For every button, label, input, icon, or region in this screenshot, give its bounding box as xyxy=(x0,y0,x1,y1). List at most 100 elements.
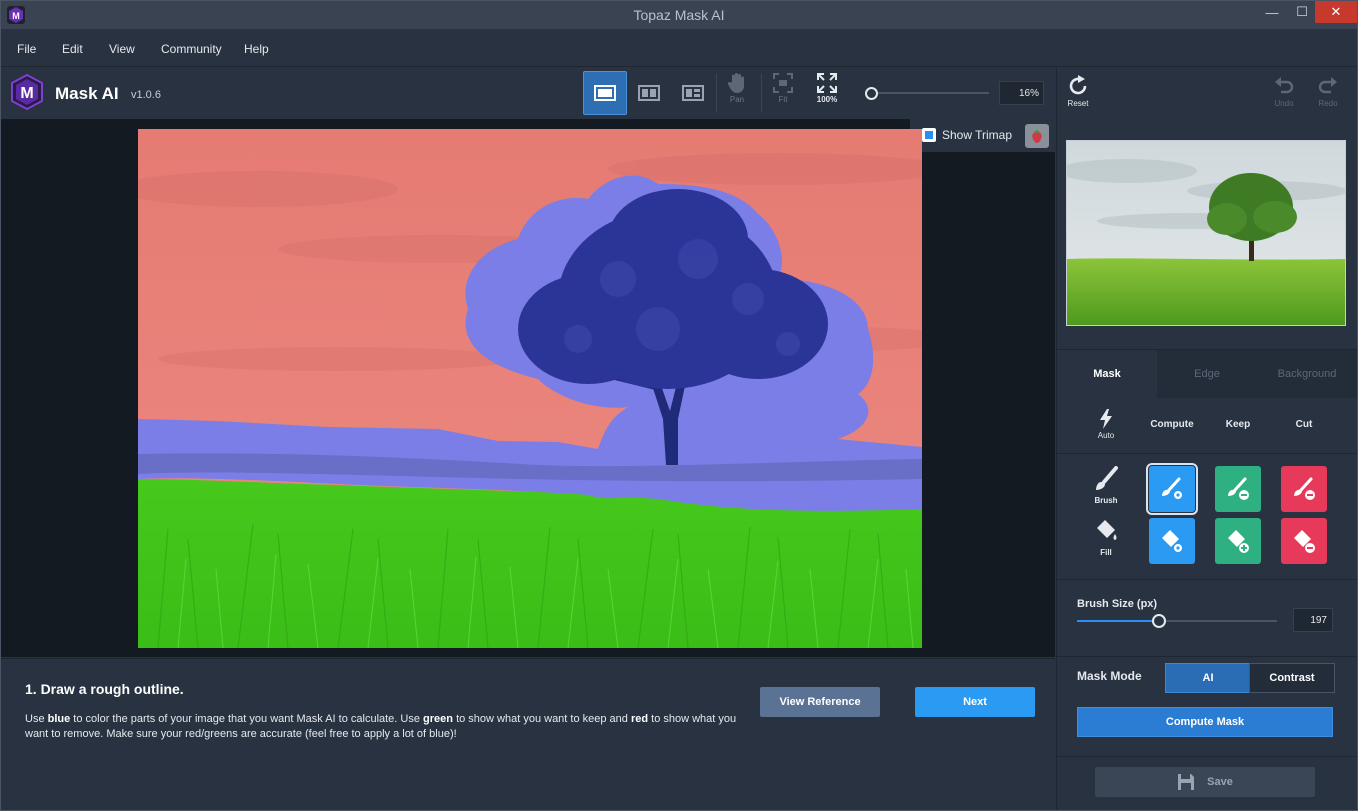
brush-icon xyxy=(1096,466,1118,490)
panel-divider xyxy=(1057,656,1357,657)
single-view-button[interactable] xyxy=(583,71,627,115)
menu-help[interactable]: Help xyxy=(244,42,269,56)
svg-text:M: M xyxy=(20,85,33,102)
app-version: v1.0.6 xyxy=(131,89,161,101)
fit-icon xyxy=(773,73,793,93)
app-name: Mask AI xyxy=(55,84,119,103)
tab-edge[interactable]: Edge xyxy=(1157,350,1257,398)
app-window: M Topaz Mask AI — ☐ ✕ File Edit View Com… xyxy=(0,0,1358,811)
undo-label: Undo xyxy=(1274,99,1294,108)
strawberry-icon xyxy=(1032,130,1042,143)
hand-icon xyxy=(727,73,744,93)
show-trimap-label: Show Trimap xyxy=(942,128,1013,142)
brush-row-label: Brush xyxy=(1086,466,1126,505)
split-view-button[interactable] xyxy=(627,71,671,115)
undo-button[interactable]: Undo xyxy=(1264,74,1304,114)
brush-size-value-field[interactable]: 197 xyxy=(1293,608,1333,632)
column-keep-label: Keep xyxy=(1225,419,1251,430)
pan-label: Pan xyxy=(729,95,745,104)
menu-community[interactable]: Community xyxy=(161,42,222,56)
brush-minus-icon xyxy=(1228,477,1249,500)
panel-divider xyxy=(1057,453,1357,454)
brush-label: Brush xyxy=(1094,496,1118,505)
title-bar: M Topaz Mask AI — ☐ ✕ xyxy=(1,1,1357,29)
compare-view-button[interactable] xyxy=(671,71,715,115)
column-compute-label: Compute xyxy=(1150,419,1194,430)
close-icon: ✕ xyxy=(1330,4,1342,19)
fill-bucket-icon xyxy=(1097,520,1117,540)
panel-divider xyxy=(1057,579,1357,580)
view-reference-button[interactable]: View Reference xyxy=(760,687,880,717)
window-title: Topaz Mask AI xyxy=(633,7,725,23)
right-panel: Reset Undo Redo Mask Edge Background Aut… xyxy=(1056,68,1357,810)
zoom-100-label: 100% xyxy=(816,95,838,104)
reset-icon xyxy=(1069,75,1087,95)
brush-size-slider-track[interactable] xyxy=(1077,620,1277,622)
lightning-icon xyxy=(1100,409,1112,429)
compute-fill-button[interactable] xyxy=(1149,518,1195,564)
brush-size-label: Brush Size (px) xyxy=(1077,598,1158,610)
save-label: Save xyxy=(1207,776,1233,788)
maximize-button[interactable]: ☐ xyxy=(1287,1,1317,23)
close-button[interactable]: ✕ xyxy=(1315,1,1357,23)
cut-brush-button[interactable] xyxy=(1281,466,1327,512)
auto-button[interactable]: Auto xyxy=(1086,409,1126,440)
expand-icon xyxy=(817,73,837,93)
single-view-icon xyxy=(594,85,616,101)
redo-button[interactable]: Redo xyxy=(1308,74,1348,114)
minimize-button[interactable]: — xyxy=(1257,1,1287,23)
menu-edit[interactable]: Edit xyxy=(62,42,83,56)
pan-button[interactable]: Pan xyxy=(717,72,757,114)
reset-button[interactable]: Reset xyxy=(1058,74,1098,114)
zoom-slider-track[interactable] xyxy=(871,92,989,94)
tab-background[interactable]: Background xyxy=(1257,350,1357,398)
menu-bar: File Edit View Community Help xyxy=(1,29,1357,67)
compute-brush-button[interactable] xyxy=(1146,463,1198,515)
step-heading: 1. Draw a rough outline. xyxy=(25,681,184,697)
fill-plus-icon xyxy=(1228,530,1249,553)
fill-gear-icon xyxy=(1162,530,1182,552)
instructions-panel: 1. Draw a rough outline. Use blue to col… xyxy=(1,658,1055,810)
reset-label: Reset xyxy=(1067,99,1089,108)
navigator-preview[interactable] xyxy=(1057,140,1347,326)
mask-mode-contrast-button[interactable]: Contrast xyxy=(1249,663,1335,693)
mask-mode-ai-button[interactable]: AI xyxy=(1165,663,1251,693)
tab-mask[interactable]: Mask xyxy=(1057,350,1157,398)
fill-label: Fill xyxy=(1100,548,1112,557)
zoom-100-button[interactable]: 100% xyxy=(807,72,847,114)
next-button[interactable]: Next xyxy=(915,687,1035,717)
fit-label: Fit xyxy=(778,95,788,104)
undo-icon xyxy=(1275,77,1294,94)
compute-mask-button[interactable]: Compute Mask xyxy=(1077,707,1333,737)
compare-view-icon xyxy=(682,85,704,101)
mask-mode-label: Mask Mode xyxy=(1077,669,1142,683)
panel-divider xyxy=(1057,756,1357,757)
word-blue: blue xyxy=(47,713,71,725)
split-view-icon xyxy=(638,85,660,101)
trimap-color-button[interactable] xyxy=(1025,124,1049,148)
brush-gear-icon xyxy=(1162,477,1182,499)
keep-fill-button[interactable] xyxy=(1215,518,1261,564)
masked-photo[interactable] xyxy=(118,129,958,649)
panel-tabs: Mask Edge Background xyxy=(1057,349,1357,398)
brush-size-slider-handle[interactable] xyxy=(1152,614,1166,628)
zoom-value-field[interactable]: 16% xyxy=(999,81,1044,105)
zoom-slider-handle[interactable] xyxy=(865,87,878,100)
fill-minus-icon xyxy=(1294,530,1315,553)
minimize-icon: — xyxy=(1265,4,1279,20)
keep-brush-button[interactable] xyxy=(1215,466,1261,512)
menu-file[interactable]: File xyxy=(17,42,36,56)
floppy-disk-icon xyxy=(1178,774,1195,790)
word-red: red xyxy=(630,713,649,725)
word-green: green xyxy=(423,713,454,725)
brush-size-slider-fill xyxy=(1077,620,1159,622)
redo-icon xyxy=(1318,77,1337,94)
show-trimap-checkbox[interactable] xyxy=(922,128,936,142)
redo-label: Redo xyxy=(1318,99,1338,108)
save-button[interactable]: Save xyxy=(1095,767,1315,797)
cut-fill-button[interactable] xyxy=(1281,518,1327,564)
maximize-icon: ☐ xyxy=(1296,4,1308,19)
brush-minus-icon xyxy=(1294,477,1315,500)
fit-button[interactable]: Fit xyxy=(763,72,803,114)
menu-view[interactable]: View xyxy=(109,42,135,56)
